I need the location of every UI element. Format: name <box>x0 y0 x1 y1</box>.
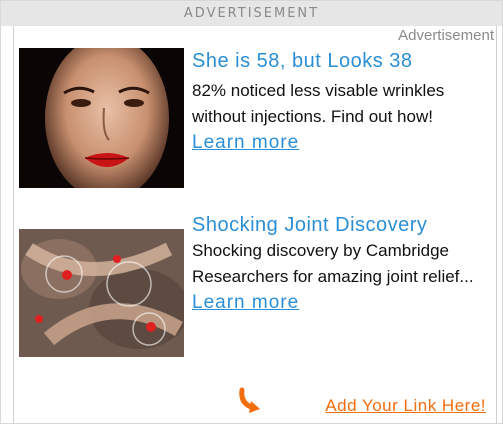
ad-label: Advertisement <box>398 27 494 44</box>
ad-1-description-text: 82% noticed less visable wrinkles withou… <box>192 81 445 126</box>
add-your-link-link[interactable]: Add Your Link Here! <box>325 396 486 416</box>
joint-anatomy-photo <box>19 229 184 357</box>
ad-content: Advertisement She is 58, but Looks 38 82… <box>13 26 497 423</box>
woman-face-photo <box>19 48 184 188</box>
ad-2-learn-more-link[interactable]: Learn more <box>192 292 299 313</box>
ad-1-description: 82% noticed less visable wrinkles withou… <box>192 78 492 156</box>
ad-2-title[interactable]: Shocking Joint Discovery <box>192 214 427 237</box>
ad-2-description: Shocking discovery by Cambridge Research… <box>192 238 487 316</box>
ad-1-image[interactable] <box>19 48 184 188</box>
ad-2-image[interactable] <box>19 229 184 357</box>
ad-2-description-text: Shocking discovery by Cambridge Research… <box>192 241 474 286</box>
ad-1-learn-more-link[interactable]: Learn more <box>192 132 299 153</box>
curved-arrow-icon <box>239 387 260 413</box>
advertisement-header: ADVERTISEMENT <box>1 1 502 26</box>
ad-1-title[interactable]: She is 58, but Looks 38 <box>192 50 413 73</box>
ad-widget: ADVERTISEMENT Advertisement She is 58, b… <box>0 0 503 424</box>
